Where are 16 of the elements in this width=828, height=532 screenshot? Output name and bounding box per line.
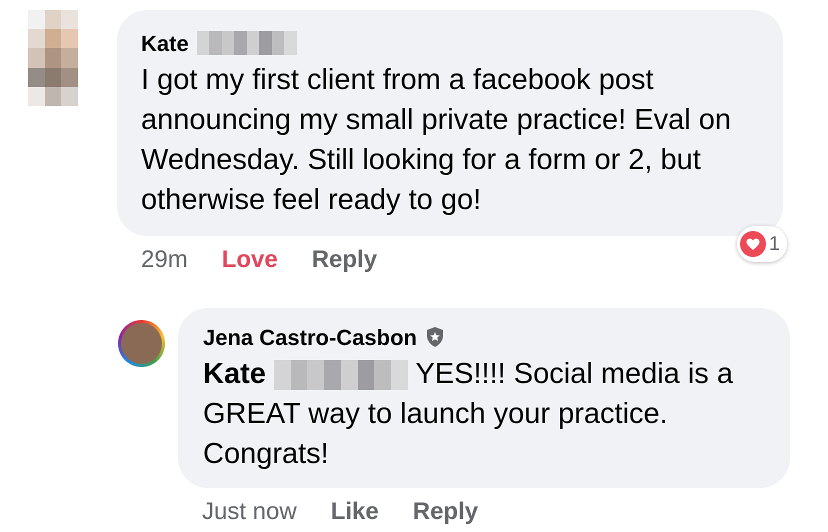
comment-text: I got my first client from a facebook post announcing my small private practice! Eval on Wednesday. Still looking for a form or 2, but otherwise feel ready to go! <box>141 63 732 218</box>
blurred-avatar[interactable] <box>28 10 78 106</box>
reply-link[interactable]: Reply <box>412 494 478 530</box>
reaction-link[interactable]: Like <box>330 494 379 530</box>
author-name[interactable]: Jena Castro-Casbon <box>203 320 417 354</box>
reaction-count: 1 <box>768 232 781 257</box>
reply-link[interactable]: Reply <box>312 242 378 278</box>
shield-badge-icon <box>424 326 445 348</box>
reaction-count-pill[interactable]: 1 <box>736 226 787 262</box>
timestamp: Just now <box>202 497 297 527</box>
mention-link[interactable]: Kate <box>203 358 266 390</box>
reaction-link[interactable]: Love <box>222 242 278 278</box>
avatar[interactable] <box>118 320 165 367</box>
timestamp: 29m <box>141 245 188 275</box>
author-name[interactable]: Kate <box>141 26 189 60</box>
comment-text: Kate YES!!!! Social media is a GREAT way to launch your practice. Congrats! <box>203 357 734 472</box>
